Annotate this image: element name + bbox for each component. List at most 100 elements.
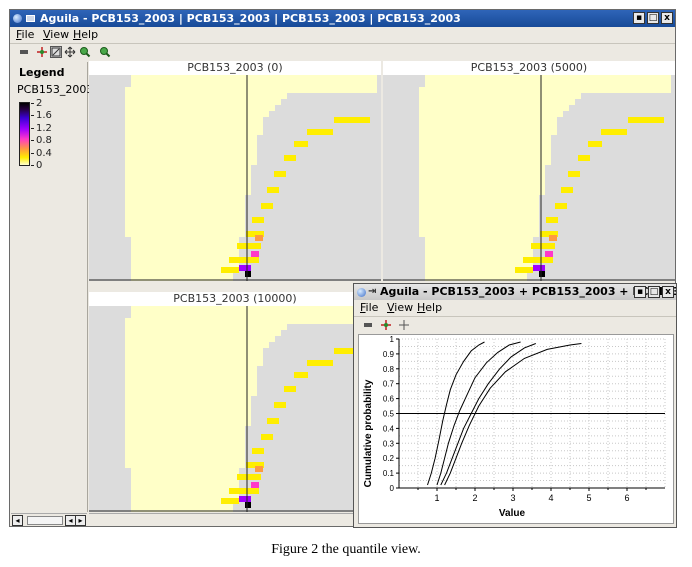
map-cell bbox=[252, 217, 264, 223]
map-cell-row bbox=[425, 249, 533, 255]
menu-view[interactable]: View bbox=[387, 300, 413, 316]
cursor-icon[interactable] bbox=[380, 319, 392, 331]
map-cell-row bbox=[125, 444, 245, 450]
map-cell-row bbox=[125, 219, 245, 225]
map-cell-row bbox=[125, 438, 245, 444]
zoom-in-icon[interactable] bbox=[79, 46, 91, 58]
map-raster[interactable] bbox=[89, 75, 381, 281]
menu-help[interactable]: Help bbox=[417, 300, 442, 316]
map-panel-2[interactable]: PCB153_2003 (5000) bbox=[383, 61, 675, 281]
legend-tick bbox=[31, 128, 34, 129]
plot-area[interactable]: 0 0.1 0.2 0.3 0.4 0.5 0.6 0.7 0.8 0.9 1 1 2 3 4 5 6 Valu… bbox=[358, 334, 674, 524]
select-icon[interactable] bbox=[50, 46, 62, 58]
window-menu-icon[interactable] bbox=[26, 15, 35, 22]
map-cell-row bbox=[131, 237, 239, 243]
cursor-icon[interactable] bbox=[36, 46, 48, 58]
map-cell-row bbox=[419, 123, 557, 129]
x-tick-label: 5 bbox=[586, 493, 591, 503]
map-cell bbox=[561, 187, 573, 193]
pin-icon[interactable]: ⇥ bbox=[368, 284, 376, 300]
map-cell-row bbox=[419, 105, 569, 111]
minimize-button[interactable]: ▪ bbox=[633, 12, 645, 24]
menu-file[interactable]: File bbox=[360, 300, 378, 316]
scroll-thumb[interactable] bbox=[27, 516, 63, 525]
legend-scrollbar[interactable]: ◂ ◂ ▸ bbox=[11, 513, 87, 526]
map-cell bbox=[251, 251, 259, 257]
map-cell-row bbox=[125, 87, 377, 93]
x-tick-label: 6 bbox=[624, 493, 629, 503]
map-cell-row bbox=[419, 195, 539, 201]
map-cell-row bbox=[125, 99, 281, 105]
map-cell-row bbox=[125, 390, 257, 396]
scroll-right-icon[interactable]: ▸ bbox=[75, 515, 86, 526]
map-cell bbox=[274, 171, 286, 177]
map-cell-row bbox=[131, 306, 377, 312]
map-cell-row bbox=[419, 129, 557, 135]
scroll-left-icon[interactable]: ◂ bbox=[12, 515, 23, 526]
map-cell bbox=[533, 265, 545, 271]
map-cell-row bbox=[419, 231, 539, 237]
map-cell-row bbox=[125, 123, 263, 129]
y-tick-label: 0.6 bbox=[383, 395, 395, 404]
stop-icon[interactable] bbox=[362, 319, 374, 331]
main-titlebar[interactable]: Aguila - PCB153_2003 | PCB153_2003 | PCB… bbox=[10, 10, 675, 27]
stop-icon[interactable] bbox=[18, 46, 30, 58]
map-cell-row bbox=[419, 93, 581, 99]
map-label: PCB153_2003 (10000) bbox=[89, 292, 381, 306]
map-cell-row bbox=[425, 75, 671, 81]
map-cell-row bbox=[419, 87, 671, 93]
main-menubar: File View Help bbox=[10, 27, 675, 43]
close-button[interactable]: x bbox=[662, 286, 674, 298]
map-cell-row bbox=[125, 141, 257, 147]
panel-divider bbox=[381, 61, 383, 281]
map-cell bbox=[245, 271, 251, 277]
map-cell-row bbox=[125, 450, 245, 456]
y-tick-label: 0.9 bbox=[383, 350, 395, 359]
menu-help[interactable]: Help bbox=[73, 27, 98, 43]
zoom-out-icon[interactable] bbox=[99, 46, 111, 58]
legend-label: 0.8 bbox=[36, 135, 52, 146]
map-cell-row bbox=[419, 135, 551, 141]
map-raster[interactable] bbox=[383, 75, 675, 281]
plot-window-title: Aguila - PCB153_2003 + PCB153_2003 + PCB… bbox=[380, 285, 676, 298]
map-cell-row bbox=[419, 147, 551, 153]
x-tick-label: 3 bbox=[510, 493, 515, 503]
map-cell bbox=[221, 267, 239, 273]
plot-menubar: File View Help bbox=[354, 300, 676, 316]
map-cell-row bbox=[125, 213, 245, 219]
menu-file[interactable]: File bbox=[16, 27, 34, 43]
map-cell-row bbox=[419, 177, 545, 183]
map-cell-row bbox=[419, 141, 551, 147]
plot-titlebar[interactable]: ⇥ Aguila - PCB153_2003 + PCB153_2003 + P… bbox=[354, 284, 676, 300]
legend-label: 0 bbox=[36, 160, 43, 171]
map-cell bbox=[601, 129, 627, 135]
map-panel-1[interactable]: PCB153_2003 (0) bbox=[89, 61, 381, 281]
map-raster[interactable] bbox=[89, 306, 381, 512]
y-tick-label: 0 bbox=[390, 484, 395, 493]
map-cell-row bbox=[425, 81, 671, 87]
cdf-series-line bbox=[440, 343, 536, 486]
pan-icon[interactable] bbox=[64, 46, 76, 58]
y-tick-label: 0.8 bbox=[383, 365, 395, 374]
map-cell-row bbox=[125, 177, 251, 183]
legend-tick bbox=[31, 165, 34, 166]
legend-tick bbox=[31, 103, 34, 104]
maximize-button[interactable]: □ bbox=[648, 286, 660, 298]
map-cell-row bbox=[125, 336, 275, 342]
menu-view[interactable]: View bbox=[43, 27, 69, 43]
y-tick-label: 0.7 bbox=[383, 380, 395, 389]
minimize-button[interactable]: ▪ bbox=[634, 286, 646, 298]
map-cell-row bbox=[125, 414, 251, 420]
map-panel-3[interactable]: PCB153_2003 (10000) bbox=[89, 292, 381, 512]
close-button[interactable]: x bbox=[661, 12, 673, 24]
cdf-chart[interactable]: 0 0.1 0.2 0.3 0.4 0.5 0.6 0.7 0.8 0.9 1 1 2 3 4 5 6 Valu… bbox=[359, 335, 673, 523]
maximize-button[interactable]: □ bbox=[647, 12, 659, 24]
map-cell bbox=[255, 466, 263, 472]
map-cell-row bbox=[125, 360, 263, 366]
map-cell-row bbox=[131, 81, 377, 87]
map-cell bbox=[568, 171, 580, 177]
crosshair-icon[interactable] bbox=[398, 319, 410, 331]
map-cell-row bbox=[131, 468, 239, 474]
map-cell-row bbox=[131, 75, 377, 81]
x-tick-label: 4 bbox=[548, 493, 553, 503]
